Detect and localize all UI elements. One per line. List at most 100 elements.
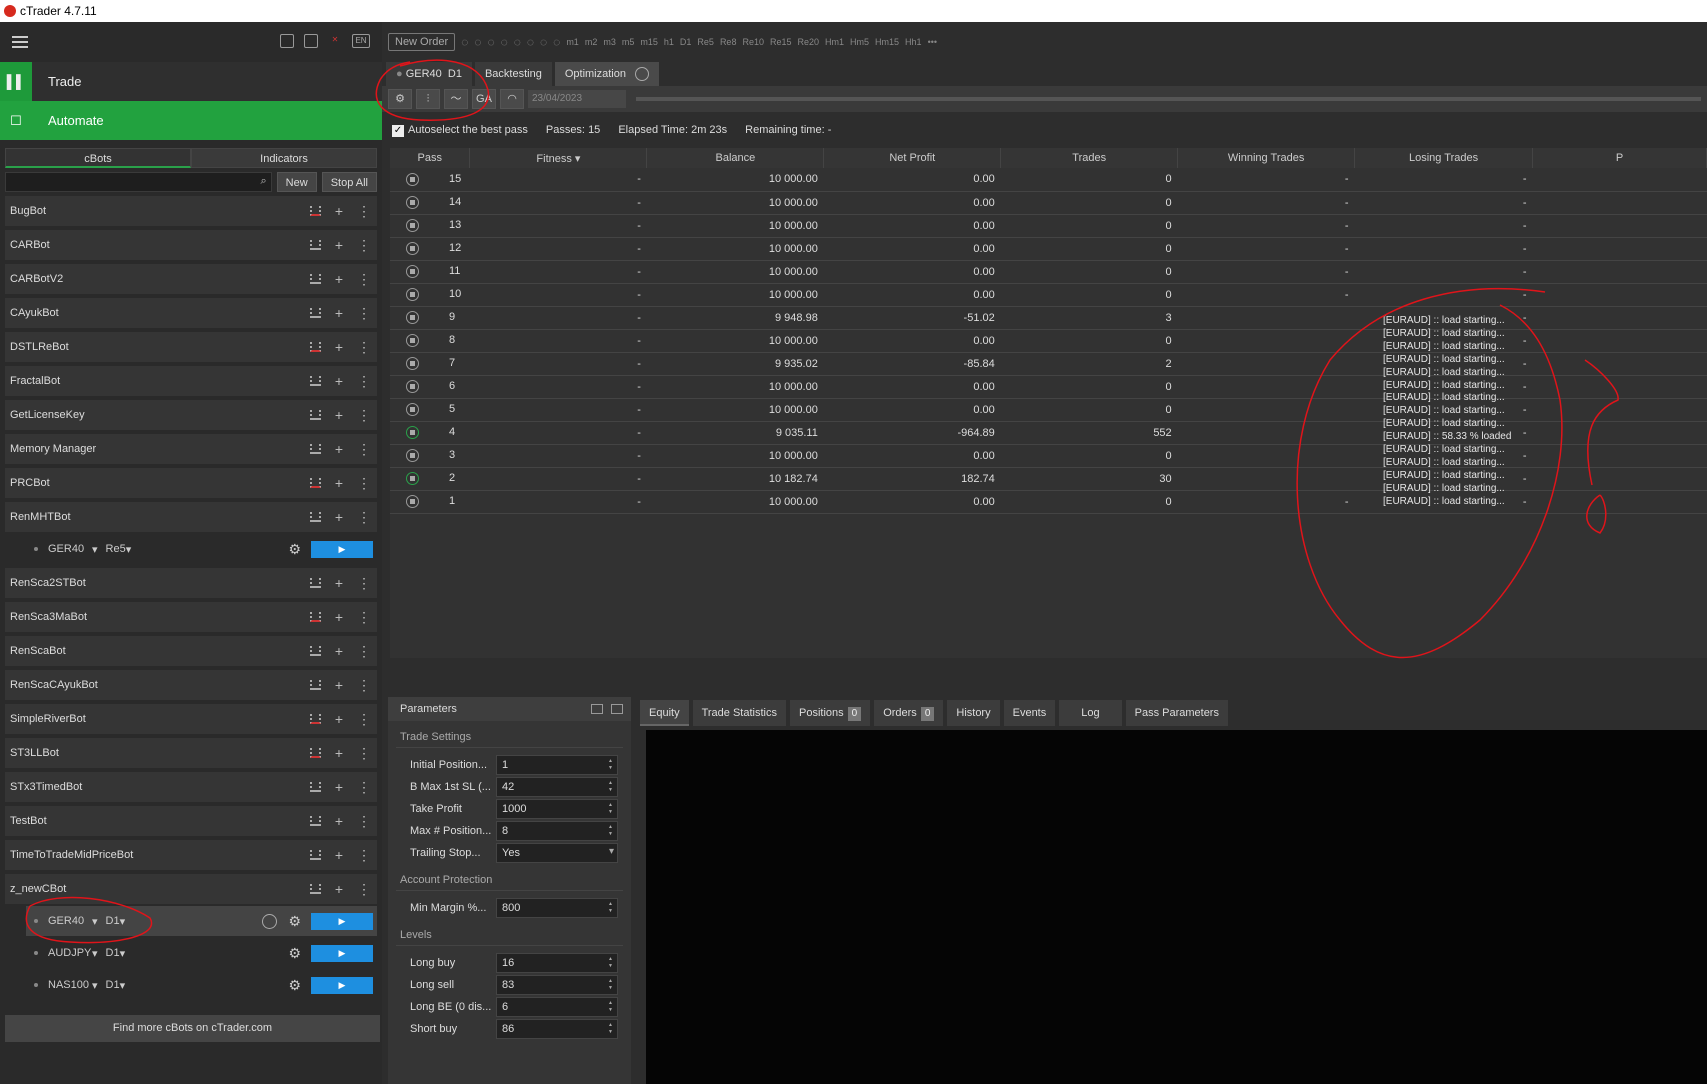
chart-type-icon[interactable]: ◌ bbox=[461, 35, 468, 49]
pass-status-icon[interactable] bbox=[406, 449, 419, 462]
timeframe-button[interactable]: Hh1 bbox=[905, 37, 922, 47]
parameter-select[interactable]: Yes bbox=[496, 843, 618, 863]
more-icon[interactable]: ⋮ bbox=[357, 203, 371, 220]
zoom-in-icon[interactable]: ◌ bbox=[474, 35, 481, 49]
cbot-row[interactable]: PRCBot + ⋮ bbox=[5, 468, 377, 498]
build-icon[interactable] bbox=[309, 850, 321, 860]
zoom-out-icon[interactable]: ◌ bbox=[487, 35, 494, 49]
more-icon[interactable]: ⋮ bbox=[357, 779, 371, 796]
timeframe-chevron-icon[interactable]: ▾ bbox=[120, 915, 126, 928]
cbot-row[interactable]: CARBot + ⋮ bbox=[5, 230, 377, 260]
instance-symbol[interactable]: GER40 bbox=[48, 915, 92, 927]
tab-log[interactable]: Log bbox=[1059, 700, 1122, 726]
gear-icon[interactable]: ⚙ bbox=[288, 977, 301, 994]
cbot-instance[interactable]: GER40 ▾ Re5 ▾ ⚙ ▶ bbox=[26, 534, 377, 564]
grid-row[interactable]: 15-10 000.00 0.00 0- - bbox=[390, 168, 1707, 192]
play-button[interactable]: ▶ bbox=[311, 944, 373, 962]
add-instance-icon[interactable]: + bbox=[335, 677, 343, 693]
pass-status-icon[interactable] bbox=[406, 334, 419, 347]
timeframe-button[interactable]: Hm5 bbox=[850, 37, 869, 47]
tab-positions[interactable]: Positions 0 bbox=[789, 700, 871, 726]
menu-icon[interactable] bbox=[12, 36, 28, 48]
indicators-icon[interactable]: ◌ bbox=[501, 35, 508, 49]
build-icon[interactable] bbox=[309, 748, 321, 758]
symbol-chevron-icon[interactable]: ▾ bbox=[92, 979, 98, 992]
date-select[interactable]: 23/04/2023 bbox=[528, 90, 626, 108]
add-instance-icon[interactable]: + bbox=[335, 237, 343, 253]
add-instance-icon[interactable]: + bbox=[335, 203, 343, 219]
more-icon[interactable]: ⋮ bbox=[357, 847, 371, 864]
cbot-row[interactable]: ST3LLBot + ⋮ bbox=[5, 738, 377, 768]
timeframe-button[interactable]: m15 bbox=[640, 37, 658, 47]
cbot-row[interactable]: FractalBot + ⋮ bbox=[5, 366, 377, 396]
pass-status-icon[interactable] bbox=[406, 288, 419, 301]
symbol-chevron-icon[interactable]: ▾ bbox=[92, 947, 98, 960]
build-icon[interactable] bbox=[309, 444, 321, 454]
parameter-input[interactable]: 86 bbox=[496, 1019, 618, 1039]
add-instance-icon[interactable]: + bbox=[335, 509, 343, 525]
layers-icon[interactable]: ◌ bbox=[527, 35, 534, 49]
more-icon[interactable]: ⋮ bbox=[357, 711, 371, 728]
pass-status-icon[interactable] bbox=[406, 426, 419, 439]
add-instance-icon[interactable]: + bbox=[335, 745, 343, 761]
cbot-row[interactable]: CARBotV2 + ⋮ bbox=[5, 264, 377, 294]
fullscreen-icon[interactable] bbox=[280, 34, 294, 48]
cbot-row[interactable]: z_newCBot + ⋮ bbox=[5, 874, 377, 904]
add-instance-icon[interactable]: + bbox=[335, 779, 343, 795]
mute-icon[interactable]: ✕ bbox=[328, 34, 342, 48]
tab-events[interactable]: Events bbox=[1003, 700, 1056, 726]
build-icon[interactable] bbox=[309, 680, 321, 690]
build-icon[interactable] bbox=[309, 578, 321, 588]
grid-row[interactable]: 11-10 000.00 0.00 0- - bbox=[390, 260, 1707, 284]
cbot-row[interactable]: STx3TimedBot + ⋮ bbox=[5, 772, 377, 802]
cbot-row[interactable]: SimpleRiverBot + ⋮ bbox=[5, 704, 377, 734]
new-order-button[interactable]: New Order bbox=[388, 33, 456, 51]
tab-history[interactable]: History bbox=[947, 700, 1000, 726]
gear-icon[interactable]: ⚙ bbox=[288, 945, 301, 962]
parameter-input[interactable]: 1000 bbox=[496, 799, 618, 819]
more-icon[interactable]: ⋮ bbox=[357, 271, 371, 288]
timeframe-button[interactable]: Re5 bbox=[697, 37, 714, 47]
instance-symbol[interactable]: GER40 bbox=[48, 543, 92, 555]
pass-status-icon[interactable] bbox=[406, 265, 419, 278]
pass-status-icon[interactable] bbox=[406, 403, 419, 416]
add-instance-icon[interactable]: + bbox=[335, 475, 343, 491]
build-icon[interactable] bbox=[309, 816, 321, 826]
parameter-input[interactable]: 6 bbox=[496, 997, 618, 1017]
ga-button[interactable]: GA bbox=[472, 89, 496, 109]
cbot-row[interactable]: RenSca2STBot + ⋮ bbox=[5, 568, 377, 598]
pass-status-icon[interactable] bbox=[406, 172, 419, 186]
parameter-input[interactable]: 42 bbox=[496, 777, 618, 797]
cbot-row[interactable]: RenMHTBot + ⋮ bbox=[5, 502, 377, 532]
cbot-row[interactable]: RenScaBot + ⋮ bbox=[5, 636, 377, 666]
pass-status-icon[interactable] bbox=[406, 196, 419, 209]
cbot-instance[interactable]: GER40 ▾ D1 ▾ ⚙ ▶ bbox=[26, 906, 377, 936]
build-icon[interactable] bbox=[309, 240, 321, 250]
gear-icon[interactable]: ⚙ bbox=[288, 541, 301, 558]
more-icon[interactable]: ⋮ bbox=[357, 881, 371, 898]
parameter-input[interactable]: 1 bbox=[496, 755, 618, 775]
settings-icon[interactable]: ⚙ bbox=[388, 89, 412, 109]
instance-timeframe[interactable]: D1 bbox=[106, 947, 120, 959]
language-icon[interactable]: EN bbox=[352, 34, 370, 48]
add-instance-icon[interactable]: + bbox=[335, 373, 343, 389]
cbot-row[interactable]: RenSca3MaBot + ⋮ bbox=[5, 602, 377, 632]
add-instance-icon[interactable]: + bbox=[335, 711, 343, 727]
tab-backtesting[interactable]: Backtesting bbox=[474, 62, 552, 86]
column-header[interactable]: Net Profit bbox=[823, 148, 1002, 168]
grid-row[interactable]: 12-10 000.00 0.00 0- - bbox=[390, 237, 1707, 261]
pass-status-icon[interactable] bbox=[406, 472, 419, 485]
more-icon[interactable]: ⋮ bbox=[357, 813, 371, 830]
build-icon[interactable] bbox=[309, 646, 321, 656]
tab-equity[interactable]: Equity bbox=[640, 700, 689, 726]
add-instance-icon[interactable]: + bbox=[335, 305, 343, 321]
cbot-instance[interactable]: AUDJPY ▾ D1 ▾ ⚙ ▶ bbox=[26, 938, 377, 968]
parameter-input[interactable]: 83 bbox=[496, 975, 618, 995]
more-icon[interactable]: ⋮ bbox=[357, 509, 371, 526]
build-icon[interactable] bbox=[309, 410, 321, 420]
grid-row[interactable]: 10-10 000.00 0.00 0- - bbox=[390, 283, 1707, 307]
column-header[interactable]: Trades bbox=[1000, 148, 1179, 168]
instance-timeframe[interactable]: D1 bbox=[106, 915, 120, 927]
build-icon[interactable] bbox=[309, 376, 321, 386]
tab-cbots[interactable]: cBots bbox=[5, 148, 191, 168]
